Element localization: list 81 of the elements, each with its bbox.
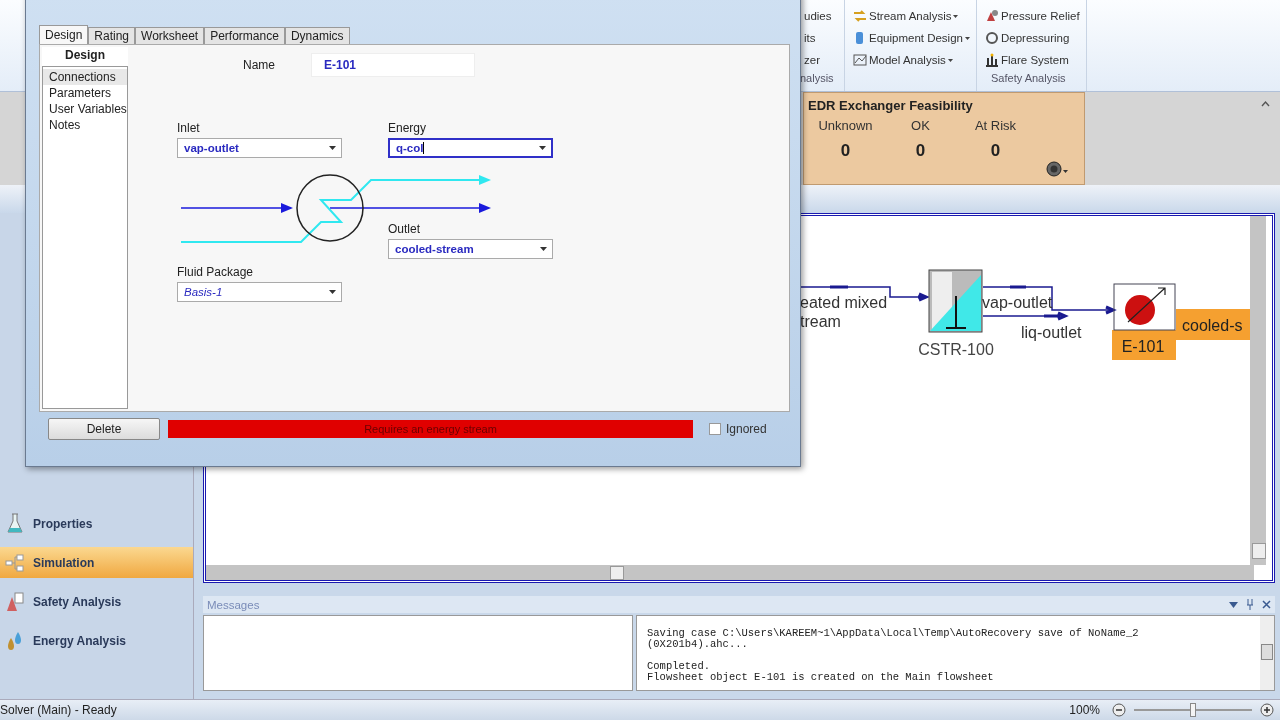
unit-label[interactable]: CSTR-100 <box>918 341 994 358</box>
log-line: Completed. <box>647 661 710 672</box>
field-label: Outlet <box>388 222 421 237</box>
field-label: Fluid Package <box>177 265 255 280</box>
unit-label[interactable]: E-101 <box>1121 338 1165 355</box>
log-line: (0X201b4).ahc... <box>647 639 749 650</box>
ribbon-item[interactable]: Flare System <box>977 52 1080 68</box>
flare-icon <box>985 53 999 67</box>
count-value: 0 <box>990 141 1001 161</box>
close-icon[interactable] <box>1262 600 1271 609</box>
ribbon-item[interactable]: Model Analysis <box>845 52 970 68</box>
pin-icon[interactable] <box>1246 599 1254 610</box>
count-value: 0 <box>840 141 851 161</box>
dropdown-icon[interactable] <box>1229 601 1238 608</box>
ribbon-item[interactable]: udies <box>800 8 838 24</box>
collapse-icon[interactable] <box>1261 100 1270 107</box>
zoom-value: 100% <box>1069 703 1100 717</box>
zoom-slider[interactable] <box>1134 703 1252 717</box>
slider-thumb[interactable] <box>1190 703 1196 717</box>
count-label: Unknown <box>818 118 873 133</box>
panel-title: Messages <box>207 598 260 611</box>
side-title: Design <box>42 47 128 66</box>
arrows-icon <box>853 9 867 23</box>
nav-item[interactable]: Properties <box>0 508 193 539</box>
caret-icon <box>539 146 546 150</box>
view-icon[interactable] <box>1044 160 1070 178</box>
nav-item[interactable]: Simulation <box>0 547 193 578</box>
status-text: Solver (Main) - Ready <box>0 703 117 717</box>
tab[interactable]: Performance <box>204 27 285 44</box>
nav-item[interactable]: Energy Analysis <box>0 625 193 656</box>
zoom-in-icon[interactable] <box>1260 703 1274 717</box>
count-label: OK <box>911 118 930 133</box>
group-label: Safety Analysis <box>990 72 1067 84</box>
flask-icon <box>5 512 25 535</box>
field-label: Energy <box>388 121 428 136</box>
ribbon-item[interactable]: Depressuring <box>977 30 1080 46</box>
tab[interactable]: Design <box>39 25 89 44</box>
side-item[interactable]: Parameters <box>43 85 127 101</box>
side-item[interactable]: Connections <box>43 69 127 85</box>
chart-icon <box>853 53 867 67</box>
stream-label[interactable]: cooled-s <box>1182 317 1243 334</box>
dropdown-field[interactable]: vap-outlet <box>177 138 342 158</box>
horizontal-scrollbar[interactable] <box>206 565 1254 580</box>
tab[interactable]: Rating <box>88 27 136 44</box>
dropdown-field[interactable]: q-col <box>388 138 553 158</box>
tab[interactable]: Worksheet <box>135 27 205 44</box>
count-label: At Risk <box>974 118 1017 133</box>
ribbon-item[interactable]: its <box>800 30 838 46</box>
stream-label[interactable]: liq-outlet <box>1021 324 1082 341</box>
caret-icon <box>329 146 336 150</box>
field-label: Inlet <box>177 121 201 136</box>
ribbon-item[interactable]: zer <box>800 52 838 68</box>
hazard-icon <box>5 590 25 613</box>
vertical-scrollbar[interactable] <box>1260 616 1274 690</box>
log-line: Saving case C:\Users\KAREEM~1\AppData\Local\Temp\AutoRecovery save of NoName_2 <box>647 628 1140 639</box>
dropdown-field[interactable]: cooled-stream <box>388 239 553 259</box>
group-label: nalysis <box>800 72 835 84</box>
field-label: Name <box>243 57 276 73</box>
tab[interactable]: Dynamics <box>284 27 350 44</box>
reactor-drawing <box>928 269 983 333</box>
side-item[interactable]: Notes <box>43 117 127 133</box>
name-field[interactable]: E-101 <box>311 53 475 77</box>
nav-item[interactable]: Safety Analysis <box>0 586 193 617</box>
ribbon-item[interactable]: Equipment Design <box>845 30 970 46</box>
cooler-drawing[interactable] <box>1113 283 1176 331</box>
caret-icon <box>540 247 547 251</box>
caret-icon <box>329 290 336 294</box>
panel-title: EDR Exchanger Feasibility <box>808 98 974 113</box>
side-item[interactable]: User Variables <box>43 101 127 117</box>
zoom-out-icon[interactable] <box>1112 703 1126 717</box>
dropdown-field[interactable]: Basis-1 <box>177 282 342 302</box>
count-value: 0 <box>915 141 926 161</box>
stream-label[interactable]: eated mixed tream <box>800 294 888 330</box>
network-icon <box>5 551 25 574</box>
log-line: Flowsheet object E-101 is created on the Main flowsheet <box>647 672 995 683</box>
ribbon-item[interactable]: Stream Analysis <box>845 8 970 24</box>
vertical-scrollbar[interactable] <box>1250 216 1266 565</box>
status-message: Requires an energy stream <box>168 420 693 438</box>
ribbon-item[interactable]: Pressure Relief <box>977 8 1080 24</box>
ignored-checkbox[interactable]: Ignored <box>709 422 767 436</box>
delete-button[interactable]: Delete <box>48 418 160 440</box>
